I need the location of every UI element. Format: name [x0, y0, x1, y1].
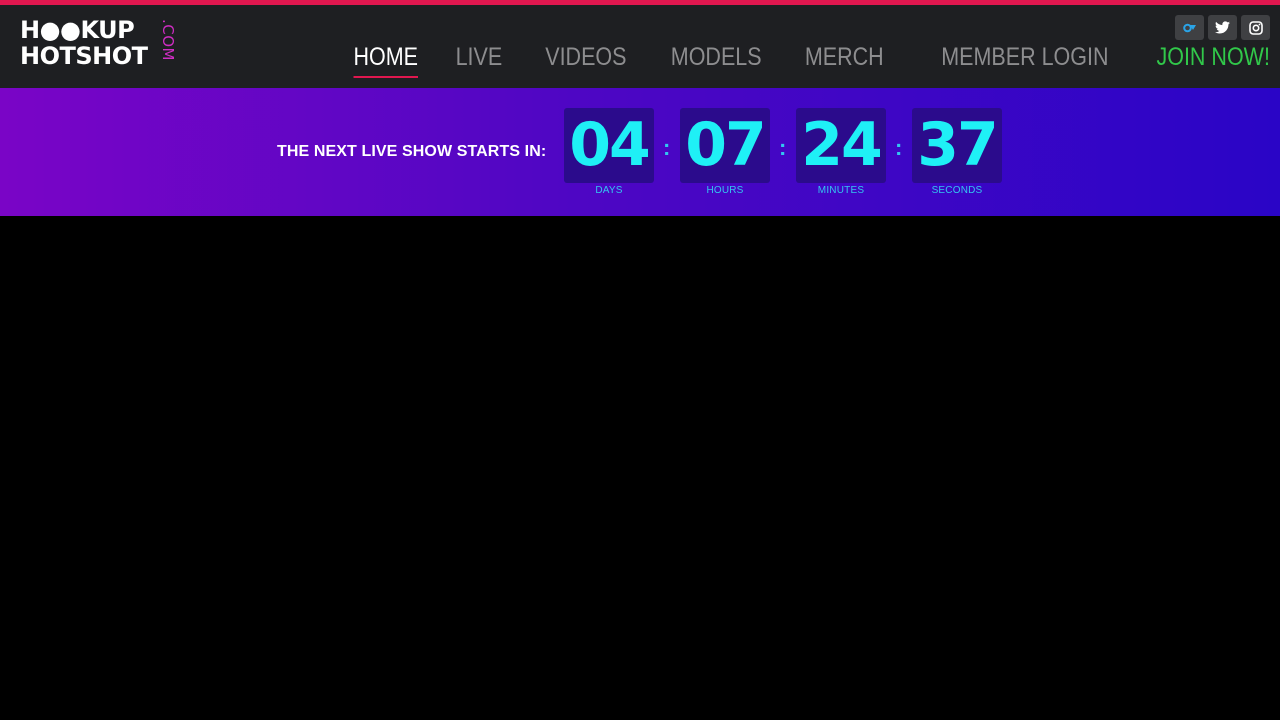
minutes-value: 24 [796, 108, 886, 183]
countdown-days: 04 DAYS [564, 108, 654, 196]
main-content-area [0, 216, 1280, 720]
countdown-minutes: 24 MINUTES [796, 108, 886, 196]
logo-line-hotshot: HOTSHOT [20, 42, 148, 70]
instagram-link[interactable] [1241, 15, 1270, 40]
nav-join-now[interactable]: JOIN NOW! [1157, 40, 1270, 78]
site-header: H●●KUP HOTSHOT .COM HOME LIVE VIDEOS MOD… [0, 5, 1280, 88]
nav-home[interactable]: HOME [353, 40, 418, 78]
seconds-value: 37 [912, 108, 1002, 183]
seconds-label: SECONDS [931, 185, 983, 196]
days-label: DAYS [595, 185, 623, 196]
onlyfans-icon [1182, 23, 1196, 32]
logo-dotcom: .COM [159, 19, 177, 61]
days-value: 04 [564, 108, 654, 183]
nav-videos[interactable]: VIDEOS [545, 40, 626, 78]
hours-label: HOURS [706, 185, 744, 196]
hours-value: 07 [680, 108, 770, 183]
countdown-separator: : [895, 135, 903, 160]
nav-member-login[interactable]: MEMBER LOGIN [941, 40, 1108, 78]
main-nav: HOME LIVE VIDEOS MODELS MERCH MEMBER LOG… [343, 40, 1270, 78]
nav-models[interactable]: MODELS [671, 40, 762, 78]
site-logo[interactable]: H●●KUP HOTSHOT .COM [20, 17, 180, 75]
countdown-separator: : [779, 135, 787, 160]
logo-line-hookup: H●●KUP [20, 16, 135, 44]
countdown-hours: 07 HOURS [680, 108, 770, 196]
countdown-seconds: 37 SECONDS [912, 108, 1002, 196]
countdown-label: THE NEXT LIVE SHOW STARTS IN: [277, 143, 547, 160]
instagram-icon [1248, 20, 1263, 35]
twitter-icon [1215, 21, 1230, 34]
social-links [1175, 15, 1270, 40]
nav-live[interactable]: LIVE [455, 40, 502, 78]
countdown-banner: THE NEXT LIVE SHOW STARTS IN: 04 DAYS : … [0, 88, 1280, 216]
onlyfans-link[interactable] [1175, 15, 1204, 40]
countdown-separator: : [663, 135, 671, 160]
twitter-link[interactable] [1208, 15, 1237, 40]
nav-merch[interactable]: MERCH [805, 40, 884, 78]
minutes-label: MINUTES [817, 185, 865, 196]
